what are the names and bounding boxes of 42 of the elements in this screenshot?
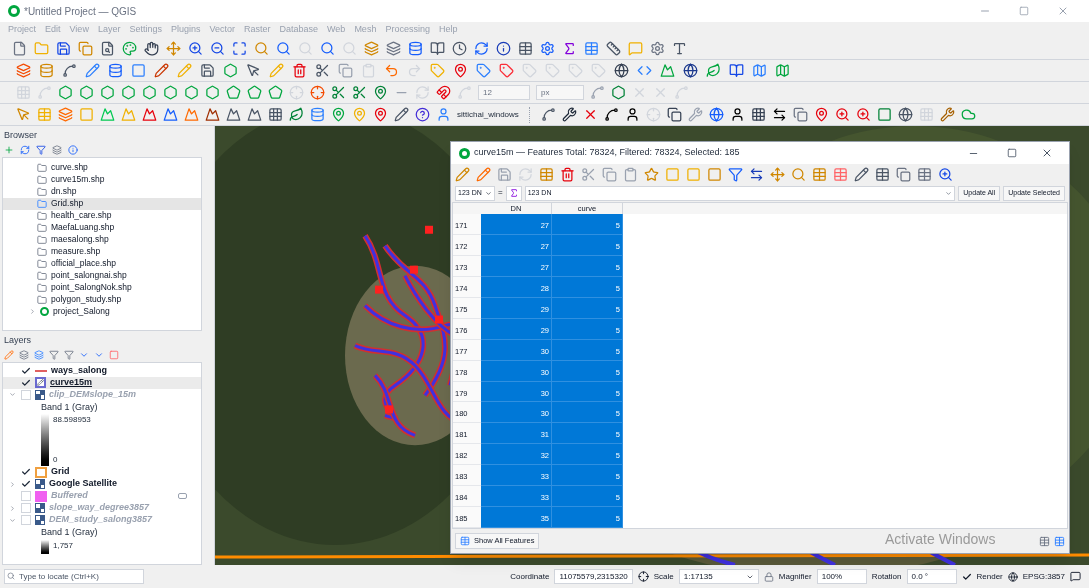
band-label: Band 1 (Gray) bbox=[41, 400, 99, 414]
browser-item[interactable]: dn.shp bbox=[3, 185, 201, 198]
equals-sign: = bbox=[498, 187, 503, 199]
browser-item[interactable]: project_Salong bbox=[3, 305, 201, 318]
browser-item[interactable]: polygon_study.shp bbox=[3, 293, 201, 306]
scale-dropdown[interactable]: 1:17135 bbox=[678, 569, 759, 584]
activation-notice: Activate Windows bbox=[885, 530, 996, 549]
browser-item[interactable]: maesalong.shp bbox=[3, 233, 201, 246]
band-label: Band 1 (Gray) bbox=[41, 526, 99, 539]
coordinate-label: Coordinate bbox=[510, 570, 550, 583]
size-spinbox[interactable]: 12 bbox=[478, 85, 530, 100]
max-value: 88.598953 bbox=[53, 414, 91, 426]
browser-item[interactable]: official_place.shp bbox=[3, 257, 201, 270]
panel-title: Layers bbox=[3, 334, 32, 347]
render-label: Render bbox=[976, 570, 1003, 583]
rotation-label: Rotation bbox=[871, 570, 902, 583]
layer-tree-row[interactable]: Google Satellite bbox=[3, 478, 201, 490]
min-value: 0 bbox=[53, 454, 59, 466]
scale-label: Scale bbox=[653, 570, 674, 583]
browser-item[interactable]: curve15m.shp bbox=[3, 173, 201, 186]
magnifier-label: Magnifier bbox=[778, 570, 812, 583]
browser-item[interactable]: point_salongnai.shp bbox=[3, 269, 201, 282]
layer-tree-row[interactable]: ways_salong bbox=[3, 364, 201, 377]
locator-field[interactable]: Type to locate (Ctrl+K) bbox=[4, 569, 144, 584]
browser-item[interactable]: Grid.shp bbox=[3, 197, 201, 210]
panel-title: Browser bbox=[3, 129, 38, 142]
browser-item[interactable]: curve.shp bbox=[3, 161, 201, 174]
layer-tree-row[interactable]: curve15m bbox=[3, 376, 201, 389]
rotation-spinbox[interactable]: 0.0 ° bbox=[906, 569, 957, 584]
max-value: 1,757 bbox=[53, 539, 74, 552]
window-title: curve15m — Features Total: 78324, Filtered: 78324, Selected: 185 bbox=[474, 146, 740, 160]
browser-item[interactable]: measure.shp bbox=[3, 245, 201, 258]
browser-item[interactable]: health_care.shp bbox=[3, 209, 201, 222]
unit-dropdown[interactable]: px bbox=[536, 85, 584, 100]
crs-label[interactable]: EPSG:3857 bbox=[1022, 570, 1065, 583]
window-title: *Untitled Project — QGIS bbox=[24, 4, 137, 19]
browser-item[interactable]: point_SalongNok.shp bbox=[3, 281, 201, 294]
layer-tree-row[interactable]: Grid bbox=[3, 466, 201, 478]
magnifier-spinbox[interactable]: 100% bbox=[816, 569, 867, 584]
browser-item[interactable]: MaefaLuang.shp bbox=[3, 221, 201, 234]
coordinate-field[interactable]: 11075579,2315320 bbox=[554, 569, 633, 584]
user-label: sittichai_windows bbox=[457, 108, 519, 121]
